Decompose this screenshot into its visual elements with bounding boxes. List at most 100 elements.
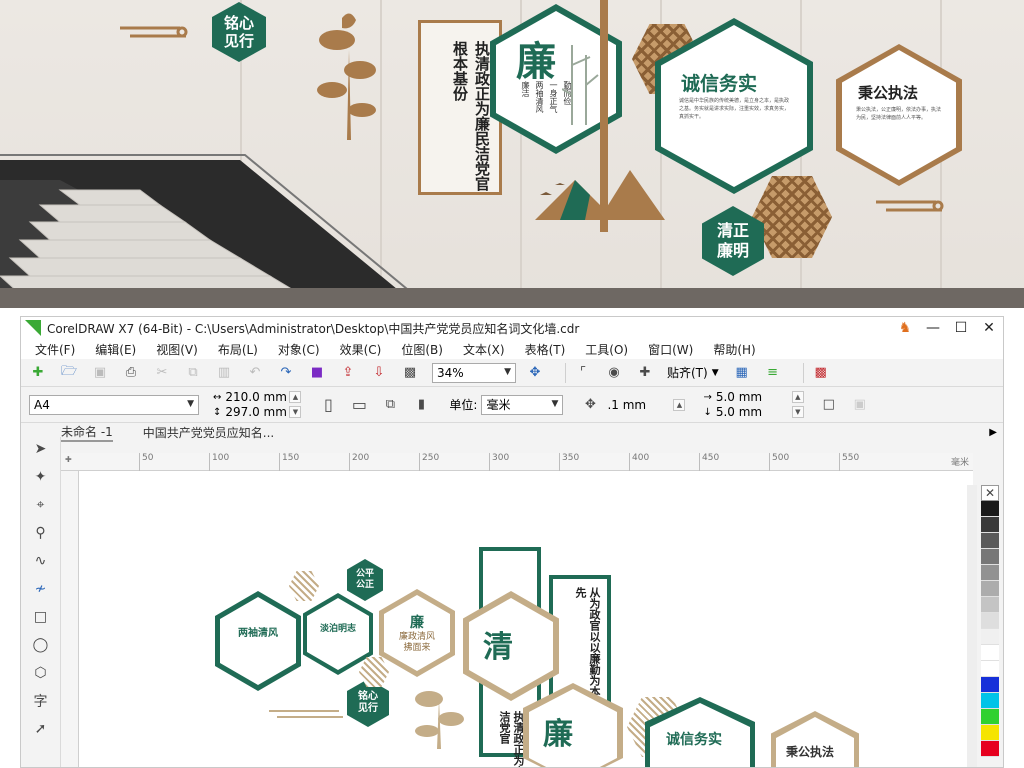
cut-icon[interactable]: ✂ (153, 364, 171, 382)
menu-layout[interactable]: 布局(L) (218, 341, 258, 358)
eye-icon[interactable]: ◉ (605, 364, 623, 382)
crop-tool-icon[interactable]: ⌖ (21, 493, 60, 517)
snap-to-button[interactable]: 贴齐(T) (667, 364, 708, 381)
menu-edit[interactable]: 编辑(E) (95, 341, 136, 358)
launch-icon[interactable]: ▩ (812, 364, 830, 382)
menu-table[interactable]: 表格(T) (525, 341, 566, 358)
hex-chengxin-body: 诚信是中华民族的传统美德，是立身之本，是执政之基。务实就是讲求实际，注重实效，求… (679, 98, 790, 120)
menu-window[interactable]: 窗口(W) (648, 341, 693, 358)
menu-object[interactable]: 对象(C) (278, 341, 320, 358)
landscape-icon[interactable]: ▭ (350, 395, 368, 414)
paste-icon[interactable]: ▥ (215, 364, 233, 382)
color-swatch[interactable] (981, 709, 999, 725)
polygon-tool-icon[interactable]: ⬡ (21, 661, 60, 685)
color-swatch[interactable] (981, 549, 999, 565)
new-document-icon[interactable]: ✚ (29, 364, 47, 382)
column-frame: 执清政正为廉民洁党官根本基份 (418, 20, 502, 195)
dup-y-input[interactable]: 5.0 mm (712, 405, 792, 420)
treat-as-filled-icon[interactable]: □ (820, 396, 838, 414)
scroll-decoration (120, 26, 188, 38)
dup-x-input[interactable]: 5.0 mm (712, 390, 792, 405)
lock-icon[interactable]: ▣ (851, 396, 869, 414)
drawing-canvas[interactable]: 两袖清风 淡泊明志 公平公正 廉 廉政清风拂面来 铭心见行 从为政官以以廉勤为本… (79, 471, 973, 767)
vertical-scrollbar[interactable] (967, 485, 977, 767)
close-button[interactable]: ✕ (975, 320, 1003, 336)
copy-icon[interactable]: ⧉ (184, 364, 202, 382)
minimize-button[interactable]: — (919, 320, 947, 336)
ellipse-tool-icon[interactable]: ◯ (21, 633, 60, 657)
units-combo[interactable]: 毫米 ▼ (481, 394, 564, 415)
rulers-icon[interactable]: ⌜ (574, 364, 592, 382)
color-swatch[interactable] (981, 501, 999, 517)
menu-tools[interactable]: 工具(O) (585, 341, 628, 358)
save-icon[interactable]: ▣ (91, 364, 109, 382)
options-icon[interactable]: ▦ (733, 364, 751, 382)
zoom-combo[interactable]: 34% ▼ (432, 362, 516, 383)
full-screen-icon[interactable]: ✥ (526, 364, 544, 382)
color-swatch[interactable] (981, 565, 999, 581)
portrait-icon[interactable]: ▯ (319, 395, 337, 414)
color-swatch[interactable] (981, 629, 999, 645)
color-swatch[interactable] (981, 613, 999, 629)
color-swatch[interactable] (981, 597, 999, 613)
page-size-combo[interactable]: A4 ▼ (29, 394, 199, 415)
menu-view[interactable]: 视图(V) (156, 341, 198, 358)
align-icon[interactable]: ≡ (764, 364, 782, 382)
user-icon[interactable]: ♞ (891, 320, 919, 336)
guides-icon[interactable]: ✚ (636, 364, 654, 382)
undo-icon[interactable]: ↶ (246, 364, 264, 382)
artistic-media-icon[interactable]: ≁ (21, 577, 60, 601)
zoom-tool-icon[interactable]: ⚲ (21, 521, 60, 545)
maximize-button[interactable]: ☐ (947, 320, 975, 336)
close-icon: ✕ (983, 320, 995, 336)
color-swatch[interactable] (981, 741, 999, 757)
all-pages-icon[interactable]: ⧉ (381, 396, 399, 414)
shape-tool-icon[interactable]: ✦ (21, 465, 60, 489)
rectangle-tool-icon[interactable]: □ (21, 605, 60, 629)
tab-culture-wall[interactable]: 中国共产党党员应知名... (143, 424, 274, 441)
menu-help[interactable]: 帮助(H) (713, 341, 755, 358)
color-swatch[interactable] (981, 517, 999, 533)
import-icon[interactable]: ⇪ (339, 364, 357, 382)
dimension-tool-icon[interactable]: ➚ (21, 717, 60, 741)
spin-up-icon[interactable]: ▲ (791, 391, 804, 403)
color-swatch[interactable] (981, 581, 999, 597)
spin-up-icon[interactable]: ▲ (289, 391, 302, 403)
text-tool-icon[interactable]: 字 (21, 689, 60, 713)
menu-bitmaps[interactable]: 位图(B) (401, 341, 443, 358)
color-swatch[interactable] (981, 693, 999, 709)
export-icon[interactable]: ⇩ (370, 364, 388, 382)
freehand-tool-icon[interactable]: ∿ (21, 549, 60, 573)
menu-effects[interactable]: 效果(C) (340, 341, 382, 358)
no-color-swatch[interactable]: ✕ (981, 485, 999, 501)
color-swatch[interactable] (981, 661, 999, 677)
tab-untitled[interactable]: 未命名 -1 (61, 423, 113, 442)
current-page-icon[interactable]: ▮ (412, 396, 430, 414)
publish-pdf-icon[interactable]: ▩ (401, 364, 419, 382)
floor (0, 288, 1024, 308)
ruler-origin-icon[interactable]: ✚ (65, 455, 72, 464)
color-swatch[interactable] (981, 725, 999, 741)
menu-text[interactable]: 文本(X) (463, 341, 505, 358)
menu-file[interactable]: 文件(F) (35, 341, 75, 358)
page-width-input[interactable]: 210.0 mm (221, 390, 289, 405)
color-swatch[interactable] (981, 677, 999, 693)
open-folder-icon[interactable]: 🗁 (60, 364, 78, 382)
color-swatch[interactable] (981, 645, 999, 661)
spin-down-icon[interactable]: ▼ (791, 406, 804, 418)
subtext: 两袖清风 (535, 81, 544, 113)
spin-down-icon[interactable]: ▼ (289, 406, 302, 418)
lotus-decoration (415, 691, 464, 749)
page-height-input[interactable]: 297.0 mm (221, 405, 289, 420)
spin-icon[interactable]: ▲ (673, 398, 686, 411)
tab-scroll-right-icon[interactable]: ▶ (989, 427, 997, 438)
redo-icon[interactable]: ↷ (277, 364, 295, 382)
search-content-icon[interactable]: ■ (308, 364, 326, 382)
subtext: 廉洁 (521, 81, 530, 97)
print-icon[interactable]: ⎙ (122, 364, 140, 382)
color-swatch[interactable] (981, 533, 999, 549)
page-dimensions: ↔ 210.0 mm ▲ ↕ 297.0 mm ▼ (213, 390, 302, 420)
nudge-input[interactable]: .1 mm (603, 398, 673, 412)
pick-tool-icon[interactable]: ➤ (21, 437, 60, 461)
preview-image: 铭心见行 执清政正为廉民洁党官根本基份 廉 廉洁 两袖清风 一身正气 勤而俭 诚… (0, 0, 1024, 308)
